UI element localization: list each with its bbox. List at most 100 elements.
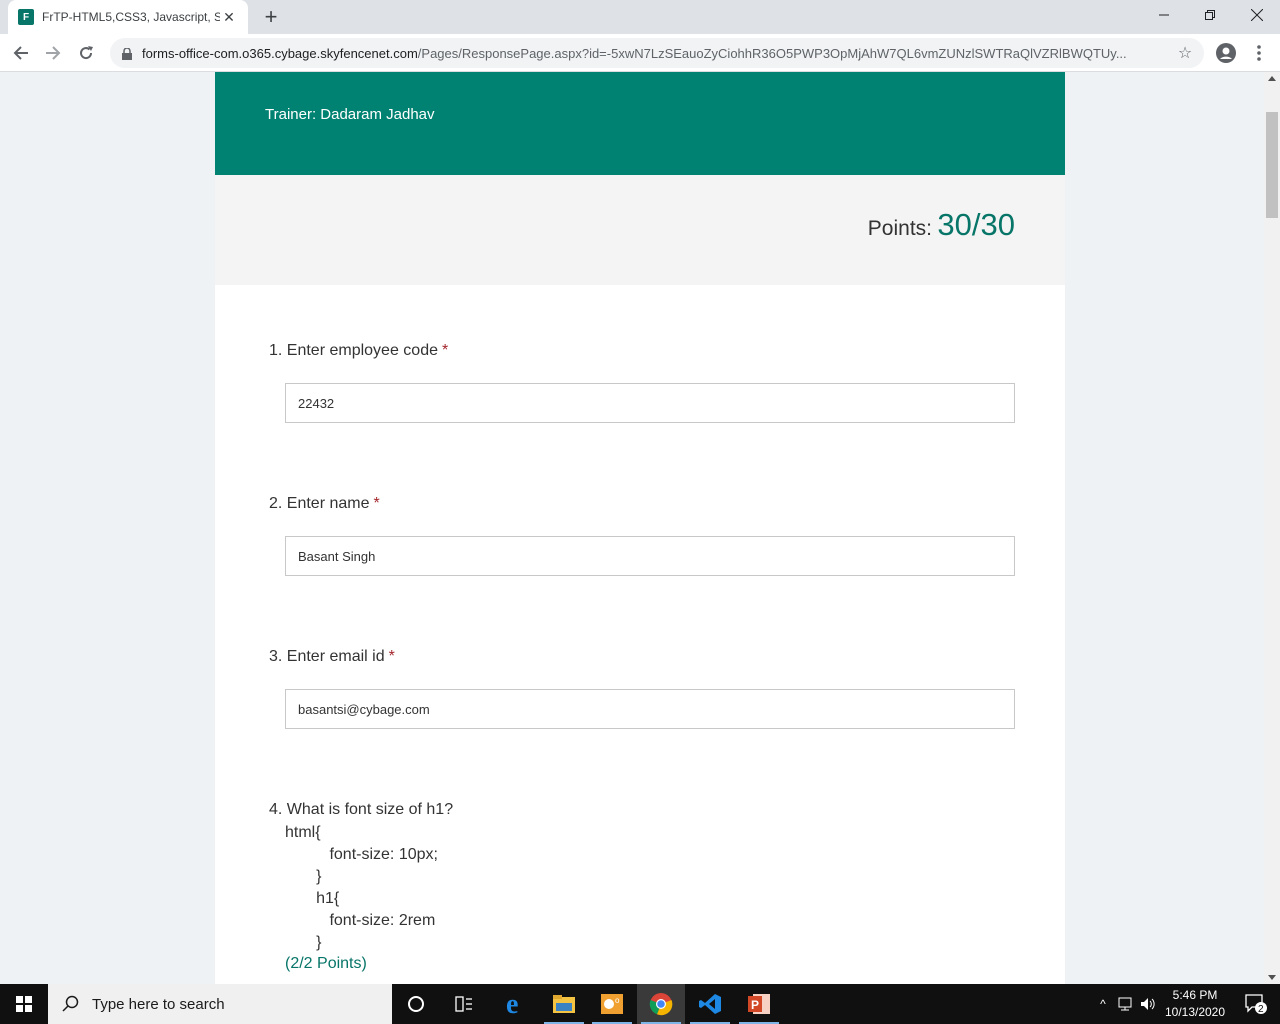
notification-icon: 2 — [1245, 994, 1267, 1015]
edge-icon: e — [506, 992, 518, 1016]
question-text: 2. Enter name — [269, 495, 370, 512]
bookmark-star-icon[interactable]: ☆ — [1172, 43, 1198, 63]
powerpoint-app[interactable]: P — [735, 984, 783, 1024]
account-icon — [1216, 43, 1236, 63]
email-answer[interactable]: basantsi@cybage.com — [285, 689, 1015, 729]
reload-button[interactable] — [73, 40, 99, 66]
network-icon[interactable] — [1118, 997, 1136, 1011]
back-button[interactable] — [8, 40, 34, 66]
url-path: /Pages/ResponsePage.aspx?id=-5xwN7LzSEau… — [417, 45, 1127, 61]
notification-count: 2 — [1258, 1004, 1264, 1015]
search-icon — [62, 995, 79, 1012]
code-line: } — [285, 934, 322, 951]
page-viewport: Trainer: Dadaram Jadhav Points: 30/30 1.… — [0, 72, 1264, 984]
url-host: forms-office-com.o365.cybage.skyfencenet… — [142, 45, 418, 61]
profile-button[interactable] — [1213, 40, 1239, 66]
cortana-circle-icon — [408, 996, 424, 1012]
volume-icon[interactable] — [1140, 997, 1158, 1011]
minimize-icon — [1159, 14, 1169, 16]
points-label: Points: — [867, 217, 932, 240]
search-placeholder: Type here to search — [92, 995, 225, 1013]
question-title: 3. Enter email id * — [269, 648, 395, 665]
taskbar-clock[interactable]: 5:46 PM 10/13/2020 — [1158, 987, 1232, 1021]
browser-toolbar: forms-office-com.o365.cybage.skyfencenet… — [0, 34, 1280, 72]
cortana-button[interactable] — [392, 984, 440, 1024]
chevron-up-icon[interactable]: ^ — [1096, 997, 1110, 1011]
menu-button[interactable] — [1246, 40, 1272, 66]
svg-text:o: o — [615, 996, 620, 1005]
tab-close-icon[interactable]: ✕ — [220, 9, 238, 26]
address-bar[interactable]: forms-office-com.o365.cybage.skyfencenet… — [110, 38, 1204, 68]
kebab-menu-icon — [1257, 45, 1261, 61]
question-title: 2. Enter name * — [269, 495, 380, 512]
chrome-app[interactable] — [637, 984, 685, 1024]
name-answer[interactable]: Basant Singh — [285, 536, 1015, 576]
edge-app[interactable]: e — [491, 984, 539, 1024]
vscode-app[interactable] — [686, 984, 734, 1024]
employee-code-answer[interactable]: 22432 — [285, 383, 1015, 423]
powerpoint-icon: P — [748, 994, 770, 1014]
required-marker: * — [388, 648, 395, 665]
tab-title: FrTP-HTML5,CSS3, Javascript, SA — [42, 10, 220, 24]
task-view-icon — [455, 996, 472, 1012]
outlook-icon: o — [601, 994, 623, 1014]
new-tab-button[interactable]: + — [258, 4, 284, 30]
code-line: font-size: 10px; — [285, 846, 438, 863]
vertical-scrollbar[interactable] — [1264, 72, 1280, 984]
taskbar-search-box[interactable]: Type here to search — [48, 984, 392, 1024]
outlook-app[interactable]: o — [588, 984, 636, 1024]
question-points: (2/2 Points) — [285, 955, 367, 972]
code-line: } — [285, 868, 322, 885]
browser-tab[interactable]: F FrTP-HTML5,CSS3, Javascript, SA ✕ — [8, 0, 248, 34]
scrollbar-thumb[interactable] — [1266, 112, 1278, 218]
lock-icon — [122, 47, 132, 60]
arrow-right-icon — [46, 46, 61, 60]
forms-favicon-icon: F — [18, 9, 34, 25]
code-line: html{ — [285, 824, 321, 841]
question-text: 4. What is font size of h1? — [269, 801, 454, 818]
close-icon — [1251, 9, 1263, 21]
question-code-snippet: html{ font-size: 10px; } h1{ font-size: … — [285, 822, 438, 954]
question-text: 3. Enter email id — [269, 648, 385, 665]
file-explorer-app[interactable] — [540, 984, 588, 1024]
arrow-left-icon — [13, 46, 28, 60]
action-center-button[interactable]: 2 — [1232, 984, 1280, 1024]
required-marker: * — [442, 342, 449, 359]
clock-date: 10/13/2020 — [1164, 1005, 1226, 1019]
code-line: h1{ — [285, 890, 340, 907]
close-window-button[interactable] — [1234, 0, 1280, 30]
clock-time: 5:46 PM — [1172, 988, 1218, 1002]
form-header-banner: Trainer: Dadaram Jadhav — [215, 72, 1065, 175]
svg-text:e: e — [506, 992, 518, 1016]
question-1: 1. Enter employee code * — [269, 342, 448, 360]
task-view-button[interactable] — [440, 984, 488, 1024]
scroll-down-icon[interactable] — [1268, 975, 1276, 980]
code-line: font-size: 2rem — [285, 912, 436, 929]
vscode-icon — [699, 994, 721, 1014]
question-4: 4. What is font size of h1? — [269, 801, 453, 819]
restore-icon — [1205, 10, 1215, 20]
required-marker: * — [373, 495, 380, 512]
form-card: Trainer: Dadaram Jadhav Points: 30/30 1.… — [215, 72, 1065, 984]
question-3: 3. Enter email id * — [269, 648, 395, 666]
question-text: 1. Enter employee code — [269, 342, 438, 359]
forward-button[interactable] — [40, 40, 66, 66]
question-2: 2. Enter name * — [269, 495, 380, 513]
reload-icon — [80, 46, 93, 60]
svg-text:P: P — [751, 998, 759, 1012]
windows-taskbar: Type here to search e o P ^ 5:46 PM 10/1… — [0, 984, 1280, 1024]
scroll-up-icon[interactable] — [1268, 76, 1276, 81]
chrome-icon — [649, 993, 673, 1016]
question-title: 1. Enter employee code * — [269, 342, 448, 359]
trainer-text: Trainer: Dadaram Jadhav — [265, 106, 435, 123]
windows-logo-icon — [16, 996, 32, 1012]
browser-tab-strip: F FrTP-HTML5,CSS3, Javascript, SA ✕ + — [0, 0, 1280, 34]
points-value: 30/30 — [937, 207, 1015, 242]
restore-button[interactable] — [1187, 0, 1233, 30]
url-text: forms-office-com.o365.cybage.skyfencenet… — [142, 46, 1172, 61]
start-button[interactable] — [0, 984, 48, 1024]
folder-icon — [553, 995, 575, 1013]
system-tray: ^ — [1096, 984, 1158, 1024]
points-summary: Points: 30/30 — [215, 175, 1065, 285]
minimize-button[interactable] — [1141, 0, 1187, 30]
